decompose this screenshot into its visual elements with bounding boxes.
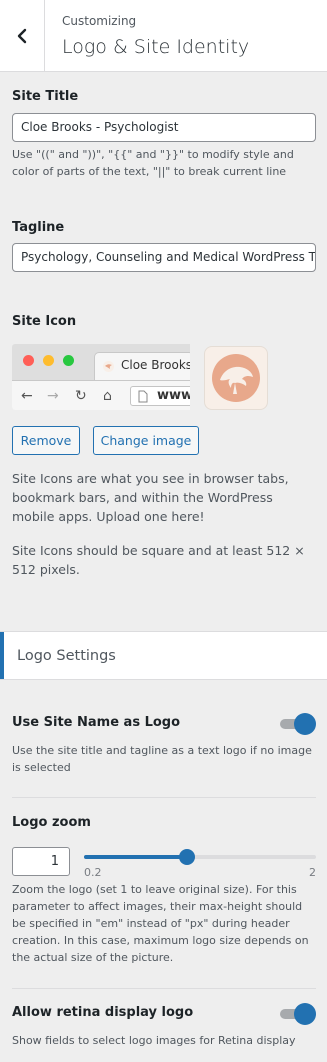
tree-logo-icon <box>212 354 260 402</box>
tagline-input[interactable]: Psychology, Counseling and Medical WordP… <box>12 243 316 272</box>
use-site-name-toggle[interactable] <box>280 713 316 735</box>
favicon-icon <box>103 361 114 372</box>
minimize-dot-icon <box>43 355 54 366</box>
slider-handle[interactable] <box>179 849 195 865</box>
site-icon-preview <box>204 346 268 410</box>
maximize-dot-icon <box>63 355 74 366</box>
divider <box>12 988 316 989</box>
site-icon-label: Site Icon <box>12 314 77 329</box>
site-icon-size-info: Site Icons should be square and at least… <box>12 543 305 577</box>
tagline-label: Tagline <box>12 220 65 235</box>
customizer-header: Customizing Logo & Site Identity <box>0 0 327 72</box>
browser-toolbar: ← → ↻ ⌂ www. <box>12 380 190 410</box>
browser-tab-text: Cloe Brooks <box>121 358 190 372</box>
site-title-input[interactable]: Cloe Brooks - Psychologist <box>12 113 316 142</box>
logo-settings-section[interactable]: Logo Settings <box>0 631 327 680</box>
section-title: Logo Settings <box>17 648 116 664</box>
home-icon: ⌂ <box>103 388 112 404</box>
address-bar: www. <box>130 386 190 406</box>
logo-zoom-input[interactable]: 1 <box>12 847 70 876</box>
chevron-left-icon <box>17 28 27 43</box>
site-title-help: Use "((" and "))", "{{" and "}}" to modi… <box>12 148 294 178</box>
change-image-button[interactable]: Change image <box>93 426 199 455</box>
address-text: www. <box>157 388 190 403</box>
reload-icon: ↻ <box>75 388 87 404</box>
breadcrumb: Customizing <box>62 14 137 28</box>
logo-zoom-label: Logo zoom <box>12 815 91 830</box>
retina-desc: Show fields to select logo images for Re… <box>12 1034 296 1047</box>
back-arrow-icon: ← <box>21 388 33 404</box>
site-title-label: Site Title <box>12 89 79 104</box>
forward-arrow-icon: → <box>47 388 59 404</box>
retina-toggle[interactable] <box>280 1003 316 1025</box>
page-icon <box>138 390 148 403</box>
divider <box>12 797 316 798</box>
back-button[interactable] <box>0 0 45 71</box>
logo-zoom-desc: Zoom the logo (set 1 to leave original s… <box>12 883 309 964</box>
slider-min-label: 0.2 <box>84 866 102 879</box>
site-icon-info: Site Icons are what you see in browser t… <box>12 471 289 524</box>
logo-zoom-slider[interactable] <box>84 849 316 865</box>
remove-icon-button[interactable]: Remove <box>12 426 80 455</box>
slider-max-label: 2 <box>309 866 316 879</box>
browser-preview: Cloe Brooks ← → ↻ ⌂ www. <box>12 344 190 410</box>
use-site-name-desc: Use the site title and tagline as a text… <box>12 744 312 774</box>
retina-label: Allow retina display logo <box>12 1005 194 1020</box>
page-title: Logo & Site Identity <box>62 36 250 58</box>
close-dot-icon <box>23 355 34 366</box>
section-accent-bar <box>0 632 4 679</box>
use-site-name-label: Use Site Name as Logo <box>12 715 181 730</box>
browser-tab-preview: Cloe Brooks <box>94 352 190 380</box>
